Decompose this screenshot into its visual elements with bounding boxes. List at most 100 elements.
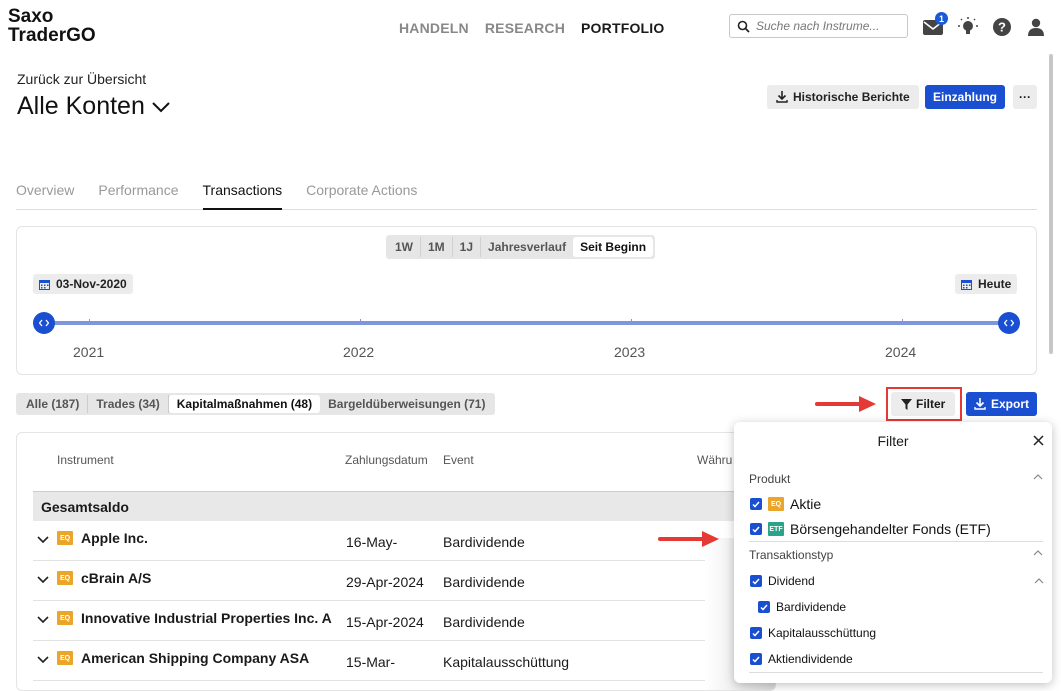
timeline-tick: [360, 319, 361, 325]
historical-reports-label: Historische Berichte: [793, 90, 910, 104]
column-header-event[interactable]: Event: [443, 453, 474, 467]
table-row[interactable]: EQ Innovative Industrial Properties Inc.…: [33, 601, 775, 641]
search-input[interactable]: [756, 19, 904, 33]
checkbox-checked-icon[interactable]: [750, 575, 762, 587]
chevron-up-icon: [1033, 550, 1043, 556]
chevron-up-icon[interactable]: [1034, 578, 1044, 584]
drag-arrows-icon: [39, 319, 49, 327]
close-filter-button[interactable]: [1031, 433, 1045, 447]
help-button[interactable]: ?: [991, 16, 1013, 38]
table-row[interactable]: EQ cBrain A/S 29-Apr-2024 Bardividende: [33, 561, 775, 601]
filter-stock-dividend[interactable]: Aktiendividende: [750, 652, 853, 666]
equity-badge: EQ: [57, 571, 73, 585]
timeline-tick: [631, 319, 632, 325]
checkbox-checked-icon[interactable]: [750, 627, 762, 639]
deposit-button[interactable]: Einzahlung: [925, 85, 1005, 109]
deposit-label: Einzahlung: [933, 90, 997, 104]
payment-date: 16-May-: [346, 534, 398, 550]
account-selector[interactable]: Alle Konten: [17, 92, 171, 121]
period-1j[interactable]: 1J: [453, 237, 482, 257]
segment-trades[interactable]: Trades (34): [88, 395, 169, 413]
equity-badge: EQ: [57, 531, 73, 545]
instrument-name: Innovative Industrial Properties Inc. A: [81, 610, 332, 626]
filter-dividend[interactable]: Dividend: [750, 574, 1044, 588]
checkbox-checked-icon[interactable]: [750, 653, 762, 665]
segment-corporate-actions[interactable]: Kapitalmaßnahmen (48): [168, 395, 321, 413]
period-since-start[interactable]: Seit Beginn: [573, 237, 654, 257]
period-1m[interactable]: 1M: [421, 237, 453, 257]
timeline-track[interactable]: [45, 321, 1009, 325]
product-section-label: Produkt: [749, 472, 791, 486]
top-navigation: HANDELN RESEARCH PORTFOLIO: [399, 20, 664, 36]
filter-panel: Filter Produkt EQ Aktie ETF Börsengehand…: [734, 422, 1052, 683]
page-scrollbar[interactable]: [1049, 54, 1053, 354]
timeline-card: 1W 1M 1J Jahresverlauf Seit Beginn 03-No…: [16, 226, 1037, 375]
logo-line2: TraderGO: [8, 25, 96, 46]
checkbox-checked-icon[interactable]: [750, 523, 762, 535]
download-icon: [974, 398, 986, 410]
product-label-equity: Aktie: [790, 496, 822, 512]
period-ytd[interactable]: Jahresverlauf: [481, 237, 573, 257]
product-filter-etf[interactable]: ETF Börsengehandelter Fonds (ETF): [750, 521, 991, 537]
close-icon: [1032, 434, 1044, 446]
nav-portfolio[interactable]: PORTFOLIO: [581, 20, 664, 36]
transaction-type-section-header[interactable]: Transaktionstyp: [749, 548, 1043, 562]
table-row[interactable]: EQ American Shipping Company ASA 15-Mar-…: [33, 641, 775, 681]
stock-dividend-label: Aktiendividende: [768, 652, 853, 666]
segment-all[interactable]: Alle (187): [18, 395, 89, 413]
equity-badge: EQ: [57, 611, 73, 625]
event-type: Bardividende: [443, 534, 525, 550]
total-balance-label: Gesamtsaldo: [41, 498, 129, 515]
checkbox-checked-icon[interactable]: [758, 601, 770, 613]
end-date-picker[interactable]: Heute: [955, 274, 1018, 294]
expand-chevron-icon[interactable]: [37, 616, 49, 624]
column-header-instrument[interactable]: Instrument: [57, 453, 114, 467]
messages-button[interactable]: 1: [922, 12, 948, 38]
event-type: Kapitalausschüttung: [443, 654, 570, 670]
chevron-up-icon: [1033, 474, 1043, 480]
product-label-etf: Börsengehandelter Fonds (ETF): [790, 521, 991, 537]
start-date-picker[interactable]: 03-Nov-2020: [33, 274, 133, 294]
search-box[interactable]: [729, 14, 908, 38]
tab-transactions[interactable]: Transactions: [202, 182, 283, 210]
historical-reports-button[interactable]: Historische Berichte: [767, 85, 919, 109]
payment-date: 15-Apr-2024: [346, 614, 424, 630]
filter-capital-distribution[interactable]: Kapitalausschüttung: [750, 626, 876, 640]
segment-cash-transfers[interactable]: Bargeldüberweisungen (71): [320, 395, 493, 413]
dividend-label: Dividend: [768, 574, 815, 588]
product-section-header[interactable]: Produkt: [749, 472, 1043, 486]
chevron-down-icon: [152, 101, 170, 112]
column-header-payment-date[interactable]: Zahlungsdatum: [345, 453, 428, 467]
instrument-name: Apple Inc.: [81, 530, 148, 546]
nav-handeln[interactable]: HANDELN: [399, 20, 469, 36]
total-balance-row: Gesamtsaldo: [33, 491, 775, 521]
timeline-tick: [902, 319, 903, 325]
tab-overview[interactable]: Overview: [16, 182, 74, 209]
column-header-currency[interactable]: Währu: [697, 453, 732, 467]
calendar-icon: [961, 279, 972, 290]
expand-chevron-icon[interactable]: [37, 576, 49, 584]
year-label: 2024: [885, 344, 917, 360]
timeline-start-handle[interactable]: [33, 312, 55, 334]
account-button[interactable]: [1025, 16, 1047, 38]
drag-arrows-icon: [1004, 319, 1014, 327]
timeline-end-handle[interactable]: [998, 312, 1020, 334]
back-to-overview-link[interactable]: Zurück zur Übersicht: [17, 71, 146, 87]
more-options-button[interactable]: ···: [1013, 85, 1037, 109]
app-logo[interactable]: Saxo TraderGO: [8, 7, 96, 45]
capital-distribution-label: Kapitalausschüttung: [768, 626, 877, 640]
logo-line1: Saxo: [8, 6, 54, 27]
annotation-arrow-icon: [815, 396, 876, 412]
export-button[interactable]: Export: [966, 392, 1038, 416]
product-filter-equity[interactable]: EQ Aktie: [750, 496, 821, 512]
expand-chevron-icon[interactable]: [37, 656, 49, 664]
filter-cash-dividend[interactable]: Bardividende: [758, 600, 846, 614]
more-icon: ···: [1019, 90, 1031, 104]
ideas-button[interactable]: [957, 16, 979, 38]
checkbox-checked-icon[interactable]: [750, 498, 762, 510]
expand-chevron-icon[interactable]: [37, 536, 49, 544]
nav-research[interactable]: RESEARCH: [485, 20, 565, 36]
period-1w[interactable]: 1W: [388, 237, 421, 257]
tab-performance[interactable]: Performance: [98, 182, 178, 209]
tab-corporate-actions[interactable]: Corporate Actions: [306, 182, 417, 209]
